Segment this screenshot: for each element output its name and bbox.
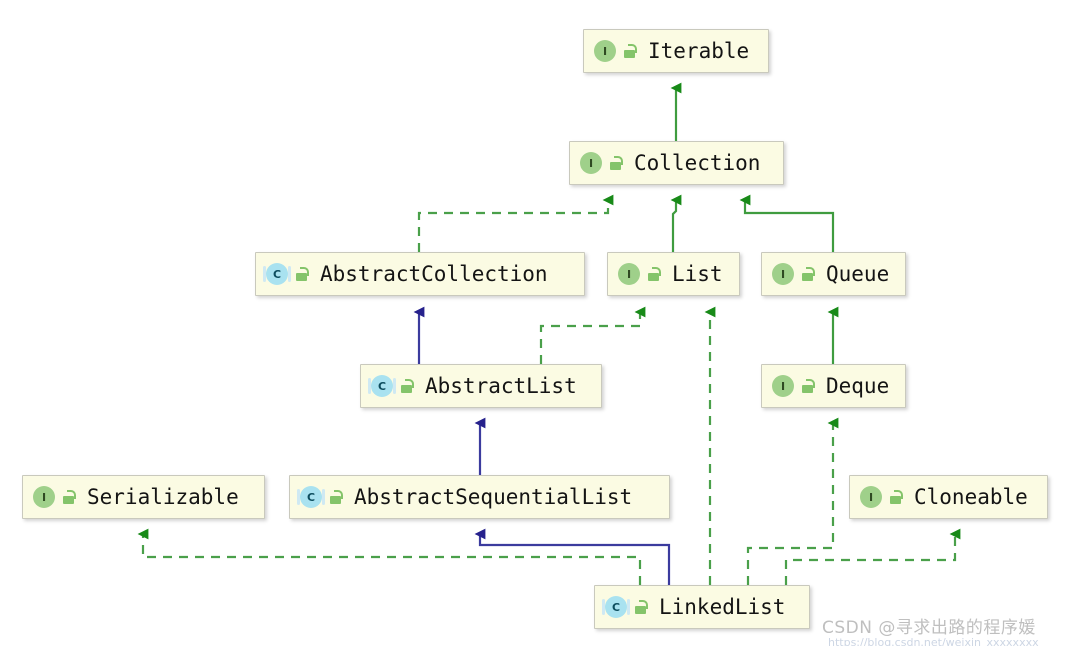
- node-label: Iterable: [648, 39, 750, 63]
- node-icons: I: [772, 375, 815, 397]
- interface-badge-icon: I: [580, 152, 602, 174]
- unlocked-padlock-icon: [609, 156, 623, 170]
- node-icons: C: [368, 375, 414, 397]
- edge-abstractlist-to-list: [539, 306, 646, 364]
- node-icons: C: [602, 596, 648, 618]
- unlocked-padlock-icon: [329, 490, 343, 504]
- node-iterable[interactable]: I Iterable: [583, 29, 769, 73]
- node-list[interactable]: I List: [607, 252, 740, 296]
- node-label: List: [672, 262, 723, 286]
- node-label: Collection: [634, 151, 761, 175]
- node-icons: I: [594, 40, 637, 62]
- interface-badge-icon: I: [860, 486, 882, 508]
- edge-linkedlist-to-deque: [746, 417, 839, 585]
- edge-list-to-collection: [670, 194, 682, 252]
- node-icons: I: [580, 152, 623, 174]
- unlocked-padlock-icon: [295, 267, 309, 281]
- node-icons: I: [33, 486, 76, 508]
- node-queue[interactable]: I Queue: [761, 252, 906, 296]
- node-label: AbstractSequentialList: [354, 485, 633, 509]
- edge-queue-to-collection: [739, 194, 835, 252]
- node-abstract-collection[interactable]: C AbstractCollection: [255, 252, 585, 296]
- unlocked-padlock-icon: [623, 44, 637, 58]
- edge-linkedlist-to-serializable: [137, 528, 642, 585]
- node-deque[interactable]: I Deque: [761, 364, 906, 408]
- node-collection[interactable]: I Collection: [569, 141, 784, 185]
- edge-linkedlist-to-asl: [474, 528, 671, 585]
- node-icons: I: [618, 263, 661, 285]
- unlocked-padlock-icon: [62, 490, 76, 504]
- interface-badge-icon: I: [772, 263, 794, 285]
- edge-linkedlist-to-cloneable: [784, 528, 961, 585]
- edge-abstractcollection-to-collection: [417, 194, 614, 252]
- node-label: Cloneable: [914, 485, 1028, 509]
- node-label: Serializable: [87, 485, 239, 509]
- unlocked-padlock-icon: [634, 600, 648, 614]
- csdn-watermark: CSDN @寻求出路的程序媛: [822, 618, 1036, 638]
- node-cloneable[interactable]: I Cloneable: [849, 475, 1048, 519]
- class-badge-icon: C: [602, 596, 630, 618]
- node-linkedlist[interactable]: C LinkedList: [594, 585, 810, 629]
- node-icons: C: [297, 486, 343, 508]
- node-label: AbstractCollection: [320, 262, 548, 286]
- class-badge-icon: C: [368, 375, 396, 397]
- unlocked-padlock-icon: [889, 490, 903, 504]
- interface-badge-icon: I: [618, 263, 640, 285]
- node-serializable[interactable]: I Serializable: [22, 475, 265, 519]
- node-icons: I: [772, 263, 815, 285]
- node-label: Queue: [826, 262, 890, 286]
- interface-badge-icon: I: [594, 40, 616, 62]
- node-abstract-list[interactable]: C AbstractList: [360, 364, 602, 408]
- interface-badge-icon: I: [772, 375, 794, 397]
- class-badge-icon: C: [297, 486, 325, 508]
- node-label: AbstractList: [425, 374, 577, 398]
- unlocked-padlock-icon: [801, 267, 815, 281]
- unlocked-padlock-icon: [801, 379, 815, 393]
- node-label: Deque: [826, 374, 890, 398]
- node-abstract-sequential-list[interactable]: C AbstractSequentialList: [289, 475, 670, 519]
- unlocked-padlock-icon: [400, 379, 414, 393]
- node-label: LinkedList: [659, 595, 786, 619]
- class-badge-icon: C: [263, 263, 291, 285]
- unlocked-padlock-icon: [647, 267, 661, 281]
- interface-badge-icon: I: [33, 486, 55, 508]
- edge-layer: [137, 82, 961, 585]
- node-icons: C: [263, 263, 309, 285]
- uml-class-diagram: I Iterable I Collection C AbstractCollec…: [0, 0, 1071, 646]
- node-icons: I: [860, 486, 903, 508]
